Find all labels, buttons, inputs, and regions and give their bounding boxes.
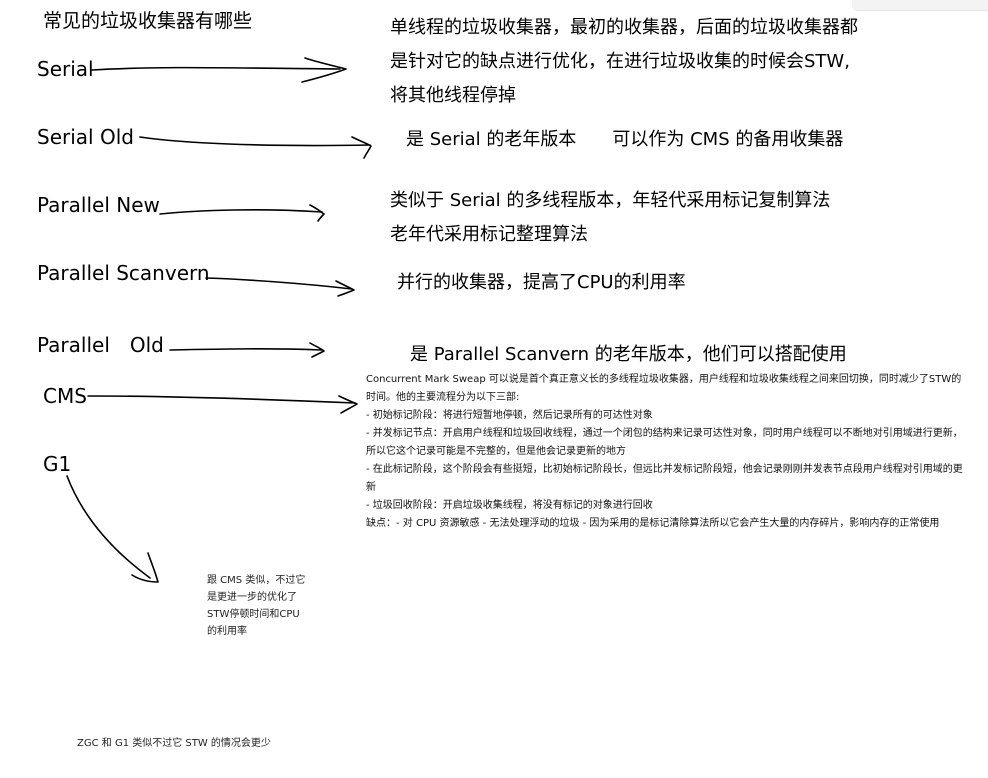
arrow-parallel-scanvern (205, 277, 355, 297)
arrows-layer (66, 57, 372, 583)
arrow-parallel-new (159, 204, 325, 222)
arrow-cms (87, 395, 358, 414)
arrow-serial (91, 57, 347, 83)
arrow-g1 (66, 475, 159, 583)
arrow-parallel-old (169, 342, 325, 358)
arrow-serial-old (139, 136, 372, 159)
